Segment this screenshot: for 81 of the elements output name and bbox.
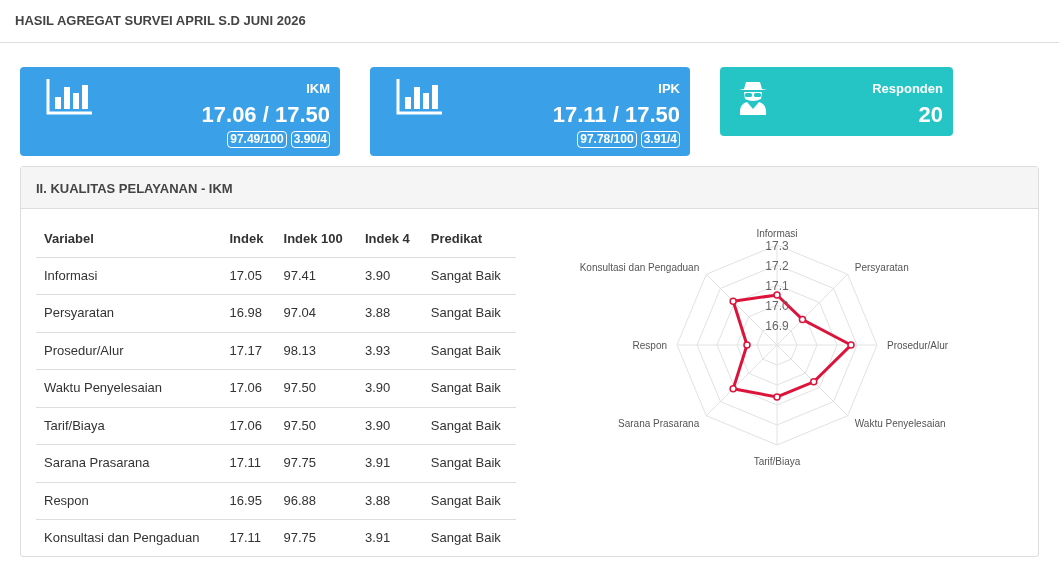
stat-value: 17.06 / 17.50 xyxy=(201,102,330,127)
stat-value: 20 xyxy=(918,102,943,127)
table-cell: Persyaratan xyxy=(36,294,222,332)
table-cell: 96.88 xyxy=(275,482,357,520)
table-cell: Waktu Penyelesaian xyxy=(36,369,222,407)
table-cell: Respon xyxy=(36,482,222,520)
column-header: Predikat xyxy=(422,221,516,257)
table-cell: Sangat Baik xyxy=(422,444,516,482)
column-header: Indek xyxy=(221,221,276,257)
tick-label: 17.2 xyxy=(765,259,789,273)
bar-chart-icon xyxy=(46,79,92,115)
agent-icon xyxy=(738,79,768,115)
data-point xyxy=(798,315,807,324)
table-cell: 97.50 xyxy=(275,369,357,407)
table-cell: 3.91 xyxy=(357,444,423,482)
tick-label: 17.1 xyxy=(765,279,789,293)
score-badge: 3.90/4 xyxy=(290,130,330,148)
stat-value: 17.11 / 17.50 xyxy=(552,102,680,127)
column-header: Indek 4 xyxy=(357,221,423,257)
column-header: Indek 100 xyxy=(275,221,357,257)
data-point xyxy=(847,341,855,349)
data-point xyxy=(729,385,737,393)
table-cell: Sangat Baik xyxy=(422,294,516,332)
stat-label: Responden xyxy=(872,80,943,98)
data-point xyxy=(729,297,737,305)
table-cell: Sangat Baik xyxy=(422,257,516,295)
table-cell: 97.41 xyxy=(275,257,357,295)
data-point xyxy=(773,291,781,299)
table-cell: 16.95 xyxy=(221,482,276,520)
table-cell: Prosedur/Alur xyxy=(36,332,222,370)
table-cell: 3.88 xyxy=(357,482,423,520)
table-cell: Sangat Baik xyxy=(422,369,516,407)
table-cell: Konsultasi dan Pengaduan xyxy=(36,519,222,557)
table-cell: 98.13 xyxy=(275,332,357,370)
table-cell: Sangat Baik xyxy=(422,332,516,370)
table-cell: 3.88 xyxy=(357,294,423,332)
axis-label: Informasi xyxy=(756,228,798,239)
table-cell: 17.11 xyxy=(221,444,276,482)
score-badge: 97.78/100 xyxy=(577,130,637,148)
table-cell: 3.90 xyxy=(357,257,423,295)
table-cell: 3.90 xyxy=(357,369,423,407)
table-cell: 97.75 xyxy=(275,519,357,557)
table-cell: 17.05 xyxy=(221,257,276,295)
table-cell: Sangat Baik xyxy=(422,519,516,557)
table-cell: Sarana Prasarana xyxy=(36,444,222,482)
table-cell: Tarif/Biaya xyxy=(36,407,222,445)
axis-label: Konsultasi dan Pengaduan xyxy=(579,262,700,274)
table-cell: 3.93 xyxy=(357,332,423,370)
table-cell: 97.50 xyxy=(275,407,357,445)
stat-label: IKM xyxy=(306,80,330,98)
table-cell: 17.17 xyxy=(221,332,276,370)
axis-label: Persyaratan xyxy=(854,262,909,274)
data-point xyxy=(810,378,818,386)
table-cell: 17.06 xyxy=(221,407,276,445)
tick-label: 17.0 xyxy=(765,299,789,313)
page-title: HASIL AGREGAT SURVEI APRIL S.D JUNI 2026 xyxy=(15,13,306,28)
table-cell: 16.98 xyxy=(221,294,276,332)
panel-title: II. KUALITAS PELAYANAN - IKM xyxy=(36,181,233,196)
axis-label: Waktu Penyelesaian xyxy=(854,417,946,429)
bar-chart-icon xyxy=(396,79,442,115)
table-cell: Sangat Baik xyxy=(422,407,516,445)
stat-label: IPK xyxy=(658,80,680,98)
score-badge: 3.91/4 xyxy=(640,130,680,148)
table-cell: 3.90 xyxy=(357,407,423,445)
axis-label: Prosedur/Alur xyxy=(887,340,949,351)
score-badge: 97.49/100 xyxy=(227,130,287,148)
axis-label: Tarif/Biaya xyxy=(753,456,801,467)
table-cell: 3.91 xyxy=(357,519,423,557)
table-cell: 97.04 xyxy=(275,294,357,332)
table-cell: 17.11 xyxy=(221,519,276,557)
data-point xyxy=(743,341,751,349)
axis-label: Respon xyxy=(632,340,667,351)
table-cell: 97.75 xyxy=(275,444,357,482)
table-cell: Sangat Baik xyxy=(422,482,516,520)
axis-label: Sarana Prasarana xyxy=(618,417,700,429)
table-cell: Informasi xyxy=(36,257,222,295)
data-point xyxy=(773,393,781,401)
tick-label: 16.9 xyxy=(765,319,789,333)
column-header: Variabel xyxy=(36,221,222,257)
tick-label: 17.3 xyxy=(765,239,789,253)
table-cell: 17.06 xyxy=(221,369,276,407)
